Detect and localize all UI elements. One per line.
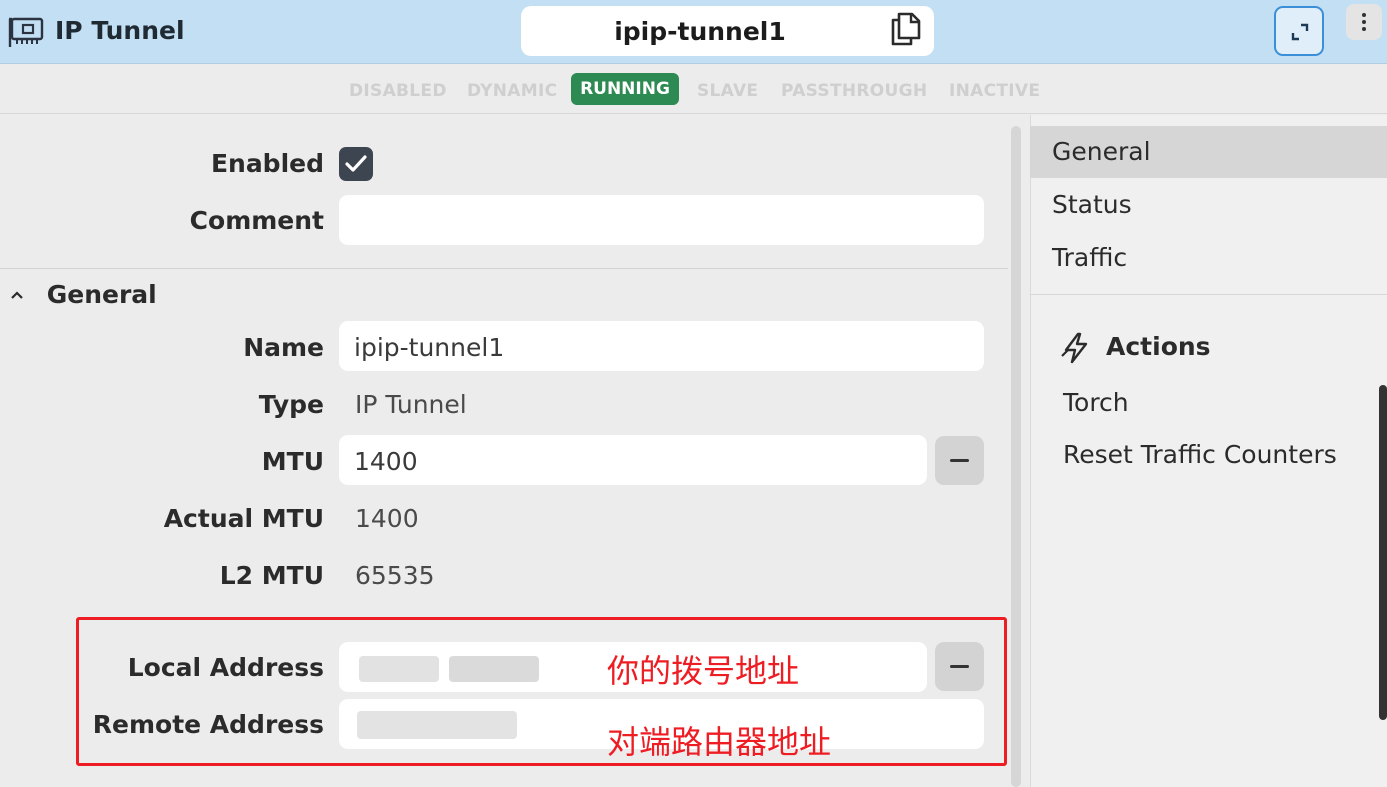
comment-label: Comment: [189, 206, 324, 235]
nav-status[interactable]: Status: [1030, 179, 1387, 231]
name-label: Name: [243, 333, 324, 362]
flag-disabled: DISABLED: [349, 81, 447, 101]
flag-running: RUNNING: [571, 73, 679, 105]
action-torch[interactable]: Torch: [1063, 388, 1129, 417]
app-title: IP Tunnel: [55, 16, 185, 45]
side-scrollbar[interactable]: [1379, 385, 1387, 720]
actual-mtu-label: Actual MTU: [163, 504, 324, 533]
lightning-icon: [1061, 332, 1088, 364]
menu-button[interactable]: [1346, 4, 1382, 40]
window-header: IP Tunnel ipip-tunnel1: [0, 0, 1387, 64]
enabled-checkbox[interactable]: [339, 147, 373, 181]
general-section-header[interactable]: General: [10, 280, 157, 309]
interface-name: ipip-tunnel1: [614, 17, 786, 46]
checkmark-icon: [345, 155, 367, 172]
enabled-label: Enabled: [210, 149, 324, 178]
interface-name-box[interactable]: ipip-tunnel1: [521, 6, 934, 56]
comment-input[interactable]: [339, 195, 984, 245]
local-address-annotation: 你的拨号地址: [607, 652, 800, 690]
flag-inactive: INACTIVE: [949, 81, 1041, 101]
kebab-menu-icon: [1362, 13, 1366, 31]
actual-mtu-value: 1400: [355, 504, 419, 533]
mtu-label: MTU: [261, 447, 324, 476]
form-scrollbar[interactable]: [1011, 126, 1021, 787]
name-value: ipip-tunnel1: [354, 333, 505, 362]
action-reset-traffic-counters[interactable]: Reset Traffic Counters: [1063, 440, 1337, 469]
section-divider: [0, 268, 1008, 269]
network-card-icon: [8, 17, 44, 47]
copy-icon[interactable]: [890, 12, 922, 46]
expand-icon: [1291, 23, 1309, 41]
minus-icon: [950, 459, 969, 462]
type-value: IP Tunnel: [355, 390, 467, 419]
mtu-remove-button[interactable]: [935, 436, 984, 485]
actions-title: Actions: [1106, 332, 1211, 361]
type-label: Type: [258, 390, 324, 419]
l2-mtu-value: 65535: [355, 561, 435, 590]
nav-traffic[interactable]: Traffic: [1030, 232, 1387, 284]
mtu-value: 1400: [354, 447, 418, 476]
flag-passthrough: PASSTHROUGH: [781, 81, 928, 101]
expand-button[interactable]: [1274, 6, 1324, 56]
mtu-input[interactable]: 1400: [339, 435, 927, 485]
highlight-box: [76, 617, 1007, 766]
general-section-title: General: [46, 280, 157, 309]
chevron-up-icon: [10, 284, 32, 305]
status-flags-bar: DISABLED DYNAMIC RUNNING SLAVE PASSTHROU…: [0, 65, 1387, 114]
side-divider: [1030, 294, 1387, 295]
name-input[interactable]: ipip-tunnel1: [339, 321, 984, 371]
flag-dynamic: DYNAMIC: [467, 81, 558, 101]
l2-mtu-label: L2 MTU: [219, 561, 324, 590]
flag-slave: SLAVE: [697, 81, 759, 101]
remote-address-annotation: 对端路由器地址: [607, 723, 832, 761]
nav-general[interactable]: General: [1030, 126, 1387, 178]
